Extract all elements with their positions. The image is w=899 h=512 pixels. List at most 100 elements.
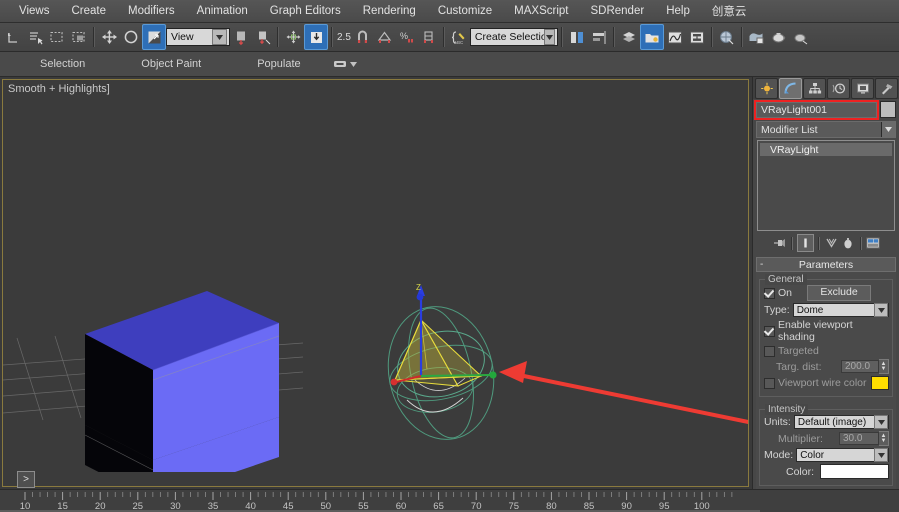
modify-tab[interactable] [779, 78, 802, 99]
pin-stack-icon[interactable] [772, 235, 787, 251]
edit-named-selection-sets-icon[interactable]: ABC [448, 25, 470, 49]
modifier-stack-buttons [753, 234, 899, 252]
spinner-arrows-icon[interactable]: ▲ ▼ [879, 359, 889, 374]
ribbon-tab-object-paint[interactable]: Object Paint [127, 52, 215, 76]
align-icon[interactable] [588, 25, 610, 49]
material-editor-icon[interactable] [639, 24, 664, 50]
render-iterative-teapot-icon[interactable] [790, 25, 812, 49]
undo-icon[interactable] [2, 25, 24, 49]
targ-dist-spinner[interactable]: 200.0 ▲ ▼ [841, 359, 889, 374]
select-and-move-icon[interactable] [98, 25, 120, 49]
snap-toggle-active-icon[interactable] [304, 24, 328, 50]
render-setup-icon[interactable] [716, 25, 738, 49]
targeted-label: Targeted [778, 345, 819, 357]
menu-item-animation[interactable]: Animation [186, 2, 259, 20]
units-dropdown[interactable]: Default (image) [793, 415, 889, 429]
spinner-snap-icon[interactable] [418, 25, 440, 49]
general-group: General On Exclude Type: Dome Enable vie… [759, 274, 893, 397]
named-selection-set-combo[interactable]: Create Selection Set [469, 28, 558, 46]
rollout-collapse-icon[interactable]: - [760, 259, 763, 270]
angle-snap-icon[interactable] [374, 25, 396, 49]
ribbon-overflow-button[interactable] [333, 59, 357, 69]
reference-coordinate-system-icon[interactable] [142, 24, 166, 50]
timeline-ruler[interactable]: 10 15 20 25 30 35 40 45 50 55 60 65 70 75 80 85 90 95 100 [0, 489, 899, 512]
rectangular-select-region-icon[interactable] [46, 25, 68, 49]
svg-text:35: 35 [208, 501, 219, 512]
percent-snap-icon[interactable]: % [396, 25, 418, 49]
select-and-rotate-icon[interactable] [120, 25, 142, 49]
svg-text:60: 60 [396, 501, 407, 512]
intensity-group-label: Intensity [765, 404, 809, 415]
enable-viewport-shading-checkbox[interactable] [764, 325, 775, 337]
menu-item-maxscript[interactable]: MAXScript [503, 2, 579, 20]
snaps-toggle-icon[interactable] [282, 25, 304, 49]
select-and-manipulate-icon[interactable] [252, 25, 274, 49]
motion-tab[interactable] [827, 78, 850, 99]
object-color-swatch[interactable] [880, 101, 896, 118]
rendered-frame-window-icon[interactable] [746, 25, 768, 49]
menu-item-creative-cloud[interactable]: 创意云 [701, 0, 758, 22]
make-unique-icon[interactable] [824, 235, 839, 251]
create-tab[interactable] [755, 78, 778, 99]
targeted-checkbox[interactable] [764, 345, 775, 357]
window-crossing-icon[interactable] [68, 25, 90, 49]
utilities-tab[interactable] [875, 78, 898, 99]
svg-text:70: 70 [471, 501, 482, 512]
menu-item-customize[interactable]: Customize [427, 2, 503, 20]
chevron-down-icon[interactable] [543, 29, 555, 45]
chevron-down-icon[interactable] [874, 448, 888, 462]
prompt-expand-button[interactable]: > [17, 471, 35, 488]
remove-modifier-icon[interactable] [841, 235, 856, 251]
menu-item-graph-editors[interactable]: Graph Editors [259, 2, 352, 20]
object-name-field[interactable]: VRayLight001 [754, 99, 879, 120]
multiplier-spinner[interactable]: 30.0 ▲ ▼ [839, 431, 889, 446]
ribbon-tab-populate[interactable]: Populate [243, 52, 314, 76]
toolbar-separator [710, 27, 713, 47]
menu-item-views[interactable]: Views [8, 2, 60, 20]
on-checkbox[interactable] [764, 287, 775, 299]
snap-magnet-icon[interactable] [352, 25, 374, 49]
perspective-viewport[interactable]: Smooth + Highlights] Z [2, 79, 749, 487]
menu-item-modifiers[interactable]: Modifiers [117, 2, 186, 20]
hierarchy-tab[interactable] [803, 78, 826, 99]
chevron-down-icon[interactable] [874, 303, 888, 317]
chevron-down-icon[interactable] [874, 415, 888, 429]
curve-editor-icon[interactable] [664, 25, 686, 49]
mode-dropdown[interactable]: Color [796, 448, 889, 462]
timeline-ticks: 10 15 20 25 30 35 40 45 50 55 60 65 70 75 80 85 90 95 100 [0, 492, 760, 512]
reference-coordinate-combo[interactable]: View [166, 28, 230, 46]
svg-text:20: 20 [95, 501, 106, 512]
show-end-result-icon[interactable] [796, 234, 814, 252]
use-pivot-point-center-icon[interactable] [230, 25, 252, 49]
light-color-swatch[interactable] [820, 464, 889, 479]
exclude-button[interactable]: Exclude [807, 285, 872, 301]
targ-dist-value[interactable]: 200.0 [841, 360, 879, 373]
toolbar-separator [442, 27, 445, 47]
modifier-stack-item[interactable]: VRayLight [760, 143, 892, 156]
chevron-down-icon[interactable] [212, 29, 227, 45]
display-tab[interactable] [851, 78, 874, 99]
type-dropdown[interactable]: Dome [792, 303, 889, 317]
render-production-teapot-icon[interactable] [768, 25, 790, 49]
viewport-wire-color-swatch[interactable] [871, 376, 889, 390]
menu-item-sdrender[interactable]: SDRender [579, 2, 655, 20]
configure-modifier-sets-icon[interactable] [866, 235, 881, 251]
named-selection-set-value: Create Selection Set [474, 31, 544, 43]
modifier-list-dropdown[interactable]: Modifier List [756, 121, 896, 138]
menu-item-help[interactable]: Help [655, 2, 701, 20]
chevron-down-icon[interactable] [881, 122, 895, 137]
spinner-arrows-icon[interactable]: ▲ ▼ [879, 431, 889, 446]
multiplier-value[interactable]: 30.0 [839, 432, 879, 445]
layer-manager-icon[interactable] [618, 25, 640, 49]
menu-bar: Views Create Modifiers Animation Graph E… [0, 0, 899, 23]
viewport-wire-color-checkbox[interactable] [764, 377, 775, 389]
parameters-rollout-header[interactable]: - Parameters [756, 257, 896, 272]
mirror-icon[interactable] [566, 25, 588, 49]
modifier-stack[interactable]: VRayLight [757, 140, 895, 231]
menu-item-rendering[interactable]: Rendering [352, 2, 427, 20]
menu-item-create[interactable]: Create [60, 2, 117, 20]
ribbon-tab-selection[interactable]: Selection [26, 52, 99, 76]
select-by-name-icon[interactable] [24, 25, 46, 49]
box-object [85, 291, 280, 472]
schematic-view-icon[interactable] [686, 25, 708, 49]
